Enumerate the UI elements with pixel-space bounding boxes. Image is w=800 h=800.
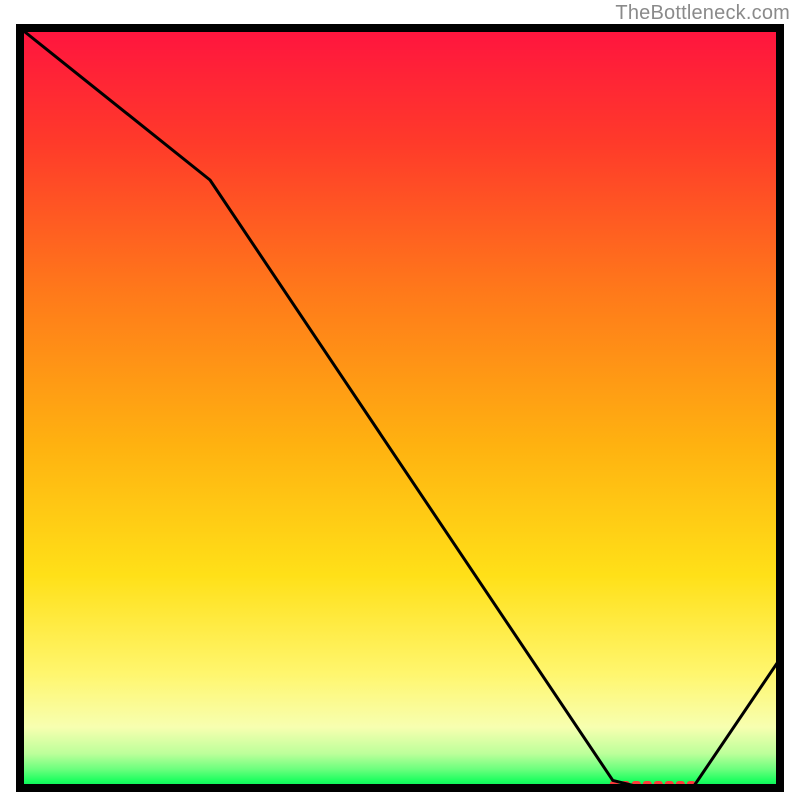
gradient-background bbox=[20, 28, 780, 788]
attribution-text: TheBottleneck.com bbox=[615, 2, 790, 25]
chart-stage: TheBottleneck.com bbox=[0, 0, 800, 800]
bottleneck-chart bbox=[0, 0, 800, 800]
